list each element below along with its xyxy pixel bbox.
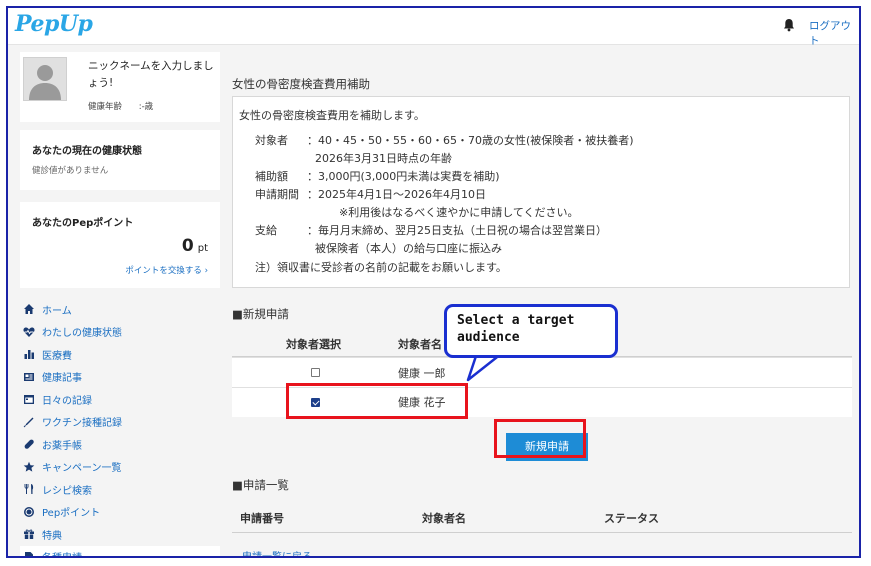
target-name: 健康 一郎 [398,367,446,380]
nav-item-pep-points[interactable]: Pepポイント [20,501,220,524]
nav-label: ワクチン接種記録 [42,418,122,430]
gift-icon [24,529,34,540]
health-status-card[interactable]: あなたの現在の健康状態 健診値がありません [20,122,220,190]
pepup-logo[interactable]: PepUp [15,11,93,37]
app-window: PepUp ログアウト ニックネームを入力しましょう! 健康年齢 :-歳 あなた… [6,6,861,558]
nav-item-health-status[interactable]: わたしの健康状態 [20,321,220,344]
user-silhouette-icon [29,65,61,100]
highlight-new-application-button [494,419,586,458]
program-info-box: 女性の骨密度検査費用を補助します。 対象者 ：40・45・50・55・60・65… [232,96,850,288]
payment-note: 被保険者（本人）の給与口座に振込み [315,242,502,255]
nav-label: お薬手帳 [42,440,82,452]
nav-label: 各種申請 [42,549,82,556]
nav-label: 医療費 [42,350,72,362]
nav-item-health-articles[interactable]: 健康記事 [20,366,220,389]
col-select-header: 対象者選択 [286,338,341,351]
target-checkbox[interactable] [311,368,320,377]
application-list-header: 申請番号 対象者名 ステータス [232,504,852,530]
nav-item-vaccination-records[interactable]: ワクチン接種記録 [20,411,220,434]
nav-label: 健康記事 [42,373,82,385]
col-number-header: 申請番号 [240,512,284,525]
period-value: ：2025年4月1日～2026年4月10日 [307,188,486,201]
points-title: あなたのPepポイント [32,218,134,229]
syringe-icon [23,417,34,428]
nickname-prompt[interactable]: ニックネームを入力しましょう! [88,58,216,92]
target-value: ：40・45・50・55・60・65・70歳の女性(被保険者・被扶養者) [307,134,634,147]
nav-label: Pepポイント [42,508,101,520]
target-label: 対象者 [255,134,288,147]
nav-label: 特典 [42,530,62,542]
amount-label: 補助額 [255,170,288,183]
fork-knife-icon [24,484,34,495]
period-note: ※利用後はなるべく速やかに申請してください。 [339,206,579,219]
period-label: 申請期間 [255,188,299,201]
exchange-points-link[interactable]: ポイントを交換する › [125,264,208,276]
list-divider [232,532,852,533]
health-age: 健康年齢 :-歳 [88,100,153,112]
nav-item-daily-records[interactable]: 日々の記録 [20,388,220,411]
amount-value: ：3,000円(3,000円未満は実費を補助) [307,170,500,183]
bar-chart-icon [24,350,34,360]
pill-icon [24,439,34,449]
nav-label: 日々の記録 [42,395,92,407]
col-status-header: ステータス [604,512,659,525]
health-status-title: あなたの現在の健康状態 [32,146,142,157]
logout-link[interactable]: ログアウト [809,18,859,48]
health-age-value: :-歳 [138,102,154,112]
points-number: 0 [181,236,194,256]
bell-icon[interactable] [782,18,796,32]
health-status-subtitle: 健診値がありません [32,166,109,176]
nav-item-medical-costs[interactable]: 医療費 [20,343,220,366]
nav-label: わたしの健康状態 [42,328,122,340]
payment-label: 支給 [255,224,277,237]
info-intro: 女性の骨密度検査費用を補助します。 [239,109,425,122]
star-icon [23,461,35,472]
nav-item-benefits[interactable]: 特典 [20,523,220,546]
target-note: 2026年3月31日時点の年齢 [315,152,452,165]
profile-card: ニックネームを入力しましょう! 健康年齢 :-歳 [20,52,220,122]
document-icon [25,551,33,556]
nav-item-applications[interactable]: 各種申請 [20,545,220,556]
coin-icon [24,506,34,517]
nav-label: キャンペーン一覧 [42,463,122,475]
col-target-header: 対象者名 [422,512,466,525]
back-to-list-link[interactable]: 申請一覧に戻る [242,548,312,556]
nav-item-recipe-search[interactable]: レシピ検索 [20,478,220,501]
nav-label: レシピ検索 [42,485,92,497]
new-application-section-title: ■新規申請 [232,307,289,321]
heartbeat-icon [23,327,35,337]
callout-tooltip: Select a target audience [444,304,618,358]
nav-item-medicine-notebook[interactable]: お薬手帳 [20,433,220,456]
calendar-icon [24,395,34,405]
home-icon [24,304,34,315]
nav-item-home[interactable]: ホーム [20,298,220,321]
nav-label: ホーム [42,305,72,317]
payment-value: ：毎月月末締め、翌月25日支払（土日祝の場合は翌営業日） [307,224,607,237]
points-unit: pt [197,243,208,254]
points-value: 0 pt [182,236,208,256]
article-icon [24,372,34,381]
pep-points-card: あなたのPepポイント 0 pt ポイントを交換する › [20,202,220,288]
health-age-label: 健康年齢 [88,102,123,112]
nav-item-campaigns[interactable]: キャンペーン一覧 [20,456,220,479]
side-nav: ホーム わたしの健康状態 医療費 健康記事 日々の記録 ワクチン接種記録 お薬手… [20,298,220,556]
application-list-section-title: ■申請一覧 [232,478,289,492]
avatar[interactable] [23,57,67,101]
col-name-header: 対象者名 [398,338,442,351]
notice-text: 注）領収書に受診者の名前の記載をお願いします。 [255,261,507,274]
top-header: PepUp ログアウト [8,8,859,48]
page-title: 女性の骨密度検査費用補助 [232,77,370,91]
highlight-selected-target [286,383,468,419]
